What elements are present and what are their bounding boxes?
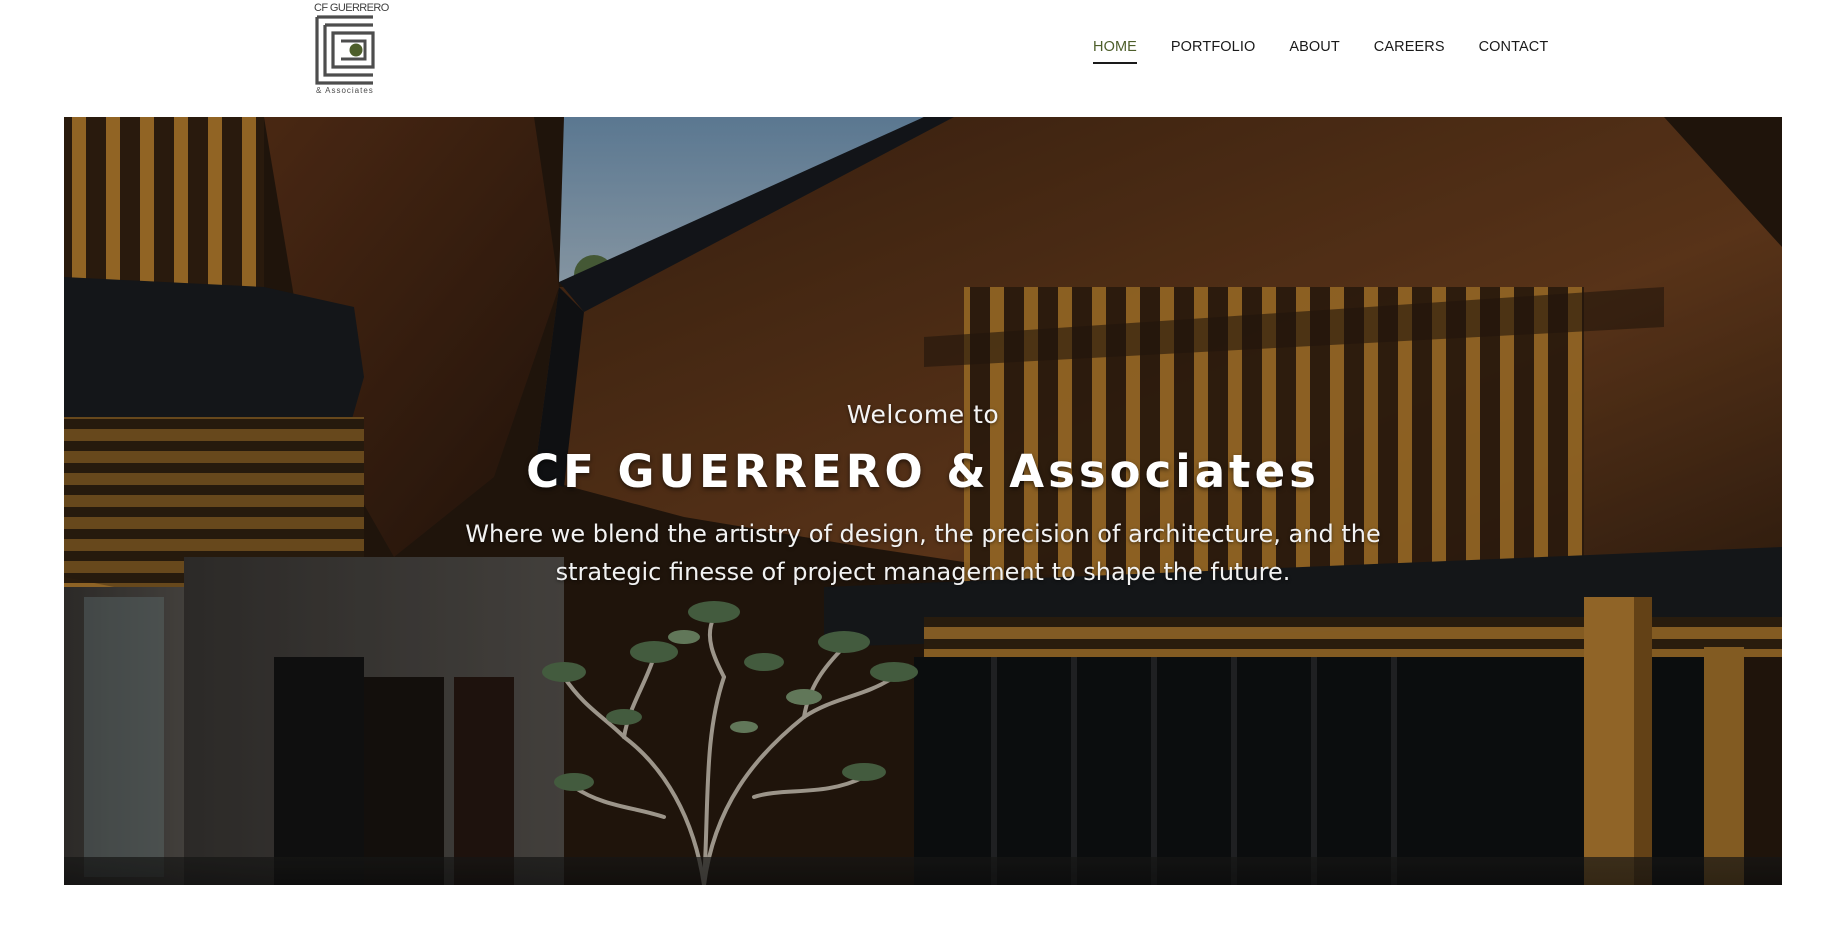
company-logo[interactable]: CF GUERRERO & Associates xyxy=(314,3,389,97)
hero-tagline: Where we blend the artistry of design, t… xyxy=(448,515,1398,591)
logo-bottom-text: & Associates xyxy=(316,86,374,95)
hero-banner: Welcome to CF GUERRERO & Associates Wher… xyxy=(64,117,1782,885)
main-nav: HOME PORTFOLIO ABOUT CAREERS CONTACT xyxy=(1093,38,1548,66)
hero-tagline-line2: strategic finesse of project management … xyxy=(555,558,1291,586)
nav-home[interactable]: HOME xyxy=(1093,38,1137,66)
hero-dark-overlay xyxy=(64,117,1782,885)
logo-mark-icon xyxy=(315,15,375,85)
site-header: CF GUERRERO & Associates HOME PORTFOLIO … xyxy=(0,0,1832,117)
hero-tagline-line1: Where we blend the artistry of design, t… xyxy=(465,520,1381,548)
nav-careers[interactable]: CAREERS xyxy=(1374,38,1445,66)
nav-portfolio[interactable]: PORTFOLIO xyxy=(1171,38,1255,66)
hero-welcome-text: Welcome to xyxy=(846,400,1000,429)
hero-title: CF GUERRERO & Associates xyxy=(526,445,1320,498)
logo-top-text: CF GUERRERO xyxy=(314,2,389,14)
nav-contact[interactable]: CONTACT xyxy=(1479,38,1549,66)
nav-about[interactable]: ABOUT xyxy=(1289,38,1339,66)
